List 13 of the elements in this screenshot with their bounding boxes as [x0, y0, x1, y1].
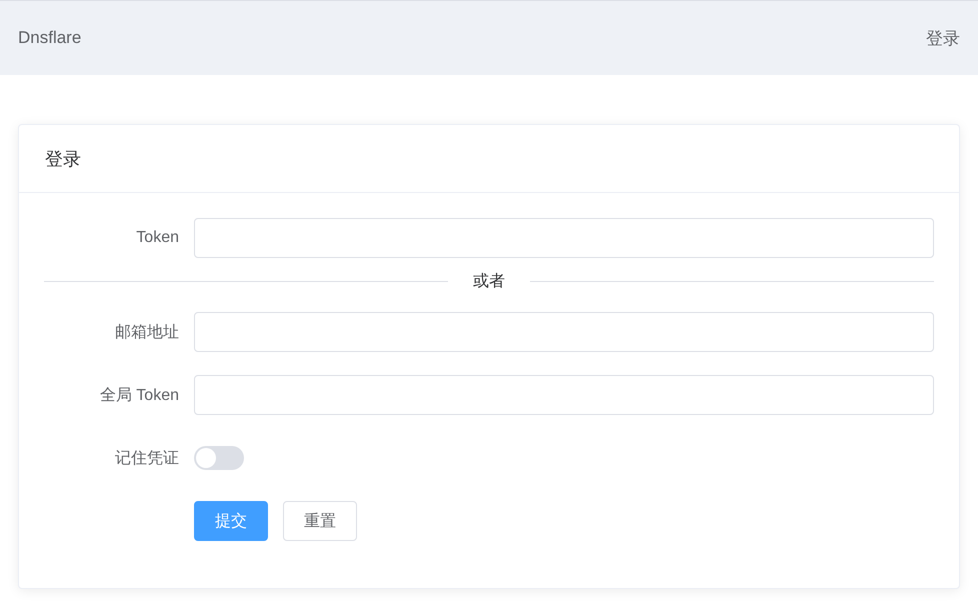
reset-button[interactable]: 重置: [283, 501, 357, 541]
input-field[interactable]: [194, 375, 934, 415]
card-title: 登录: [45, 148, 81, 170]
login-link[interactable]: 登录: [926, 26, 960, 50]
brand-name: Dnsflare: [18, 28, 82, 48]
field-label: 邮箱地址: [114, 322, 180, 342]
input-field[interactable]: [194, 312, 934, 352]
submit-button[interactable]: 提交: [194, 501, 268, 541]
field-label: 全局 Token: [98, 386, 180, 406]
field-label: Token: [135, 229, 180, 247]
field-label: 记住凭证: [114, 448, 180, 468]
input-field[interactable]: [194, 218, 934, 258]
toggle-switch[interactable]: [194, 446, 244, 470]
